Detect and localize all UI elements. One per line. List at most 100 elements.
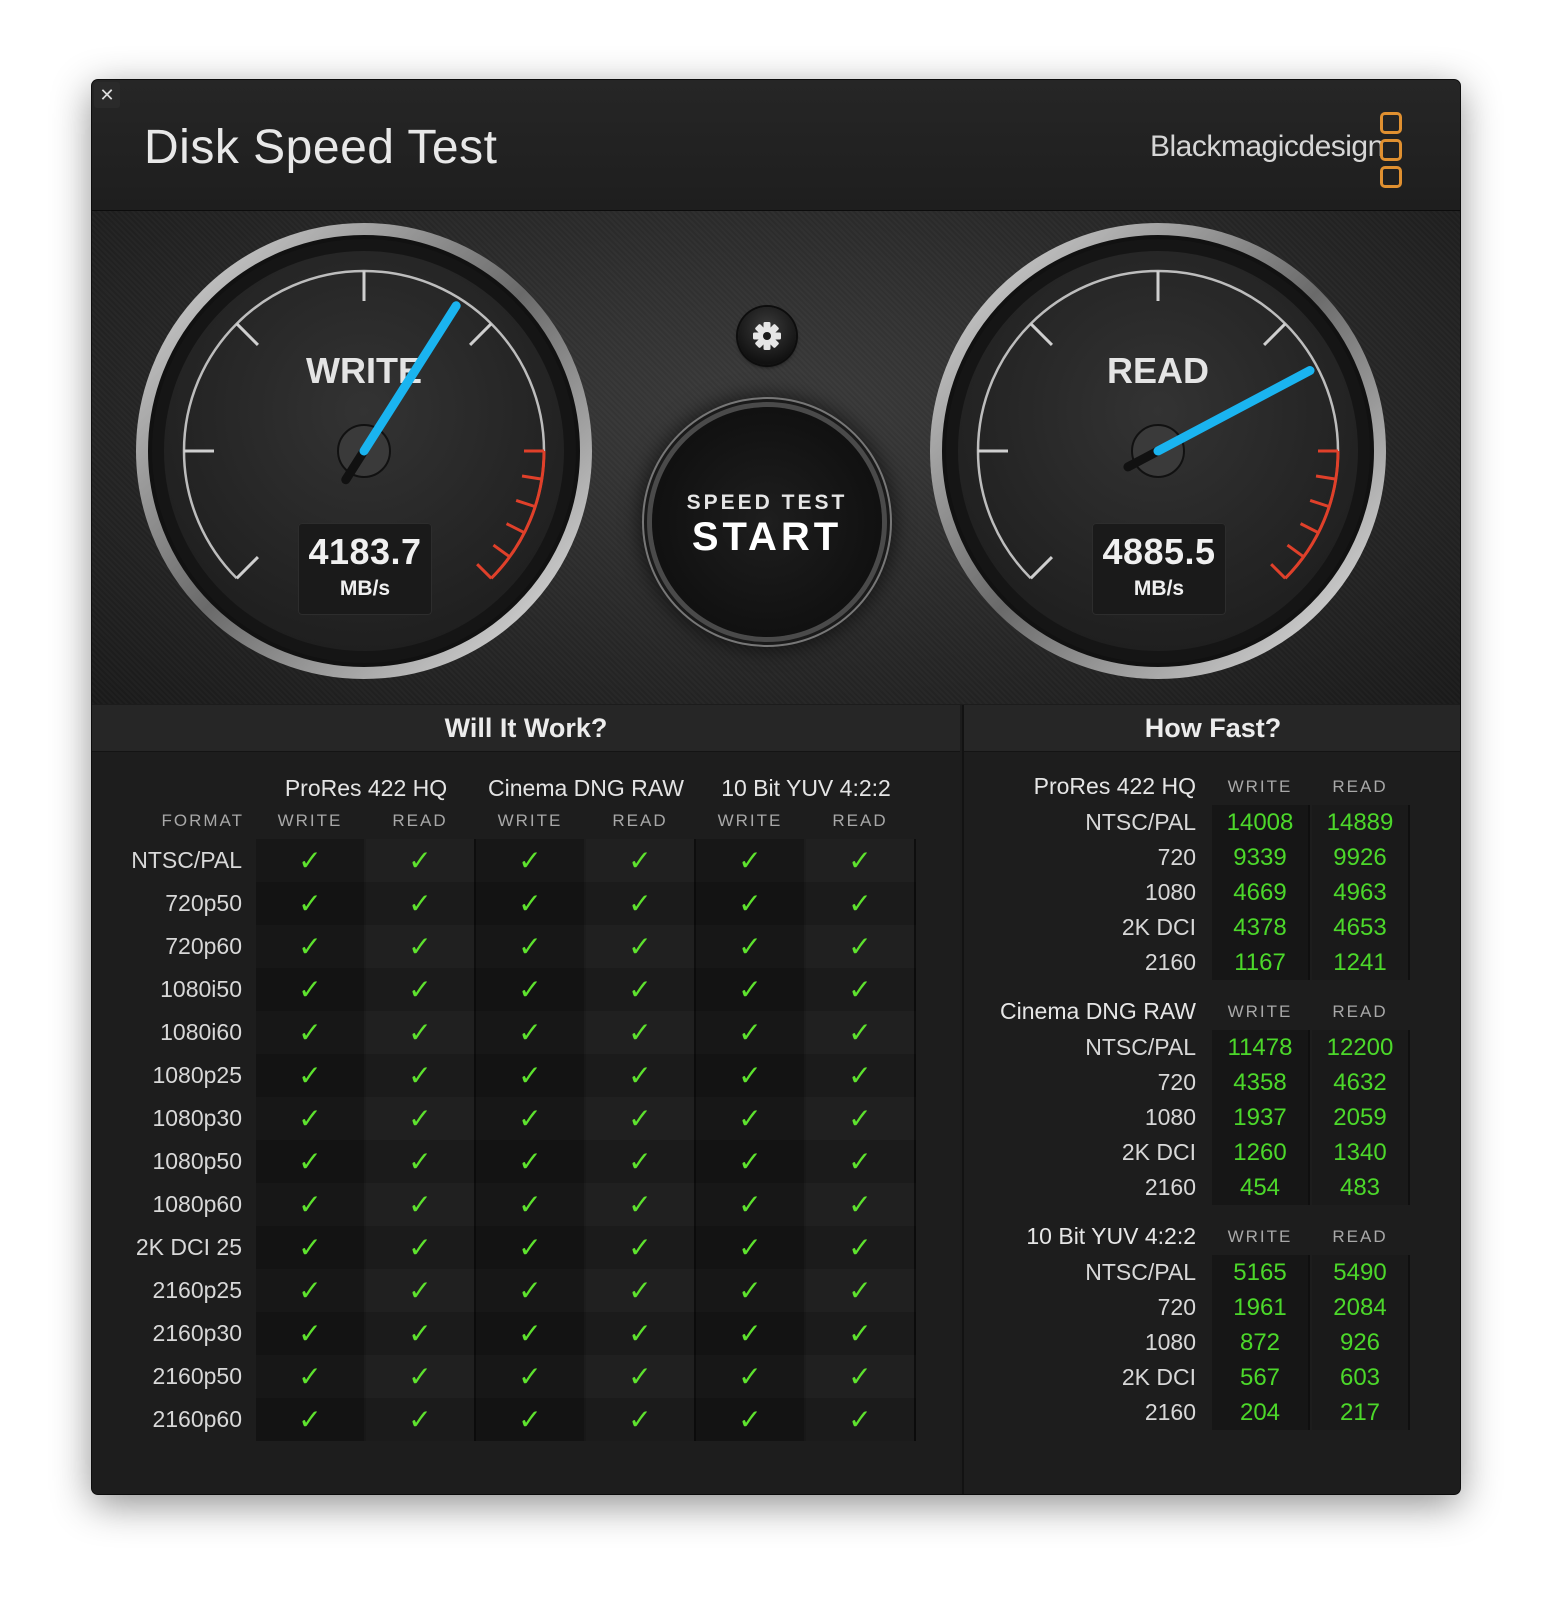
how-fast-write-value: 204 [1239, 1399, 1281, 1426]
check-icon: ✓ [298, 1103, 322, 1134]
check-icon: ✓ [628, 845, 652, 876]
how-fast-write-value: 9339 [1233, 844, 1287, 871]
write-speed-value: 4183.7 [308, 531, 422, 572]
settings-button[interactable] [738, 307, 796, 365]
check-icon: ✓ [408, 1060, 432, 1091]
will-it-work-panel: Will It Work? ProRes 422 HQ WRITE READ Cine… [92, 705, 960, 1494]
how-fast-write-value: 1167 [1234, 949, 1286, 976]
how-fast-row-label: 720 [1157, 1069, 1196, 1095]
how-fast-write-value: 454 [1239, 1174, 1281, 1201]
check-icon: ✓ [738, 1275, 762, 1306]
how-fast-write-header: WRITE [1227, 777, 1293, 796]
check-icon: ✓ [298, 888, 322, 919]
check-icon: ✓ [408, 845, 432, 876]
check-icon: ✓ [298, 1404, 322, 1435]
how-fast-row-label: 2K DCI [1121, 914, 1196, 940]
check-icon: ✓ [628, 1361, 652, 1392]
how-fast-write-value: 4378 [1233, 914, 1287, 941]
how-fast-row-label: 720 [1157, 844, 1196, 870]
write-column-header: WRITE [277, 811, 343, 830]
how-fast-write-value: 1937 [1233, 1104, 1287, 1131]
check-icon: ✓ [848, 1404, 872, 1435]
write-readout: 4183.7 MB/s [298, 523, 432, 615]
check-icon: ✓ [848, 1275, 872, 1306]
how-fast-group-header: ProRes 422 HQ [1033, 773, 1196, 799]
check-icon: ✓ [408, 974, 432, 1005]
how-fast-write-value: 567 [1239, 1364, 1281, 1391]
format-label: 2160p30 [152, 1320, 242, 1346]
check-icon: ✓ [518, 1146, 542, 1177]
format-label: NTSC/PAL [131, 847, 242, 873]
how-fast-write-value: 1961 [1233, 1294, 1287, 1321]
how-fast-read-value: 12200 [1326, 1034, 1394, 1061]
check-icon: ✓ [408, 888, 432, 919]
how-fast-read-header: READ [1332, 1227, 1388, 1246]
check-icon: ✓ [738, 1361, 762, 1392]
check-icon: ✓ [408, 1189, 432, 1220]
read-column-header: READ [392, 811, 448, 830]
how-fast-read-value: 14889 [1326, 809, 1394, 836]
check-icon: ✓ [298, 1275, 322, 1306]
how-fast-write-value: 11478 [1227, 1034, 1293, 1061]
check-icon: ✓ [518, 1017, 542, 1048]
check-icon: ✓ [848, 1232, 872, 1263]
how-fast-read-value: 4653 [1333, 914, 1387, 941]
start-button-caption: SPEED TEST [686, 491, 848, 514]
format-label: 720p60 [165, 933, 242, 959]
format-label: 2160p25 [152, 1277, 242, 1303]
check-icon: ✓ [738, 1146, 762, 1177]
how-fast-read-value: 483 [1339, 1174, 1381, 1201]
group-header: ProRes 422 HQ [284, 775, 448, 801]
check-icon: ✓ [848, 1361, 872, 1392]
check-icon: ✓ [848, 845, 872, 876]
how-fast-write-header: WRITE [1227, 1002, 1293, 1021]
how-fast-title: How Fast? [964, 705, 1460, 752]
check-icon: ✓ [298, 1146, 322, 1177]
check-icon: ✓ [518, 1404, 542, 1435]
format-label: 2160p60 [152, 1406, 242, 1432]
check-icon: ✓ [298, 1189, 322, 1220]
check-icon: ✓ [628, 888, 652, 919]
format-label: 1080p30 [152, 1105, 242, 1131]
check-icon: ✓ [298, 1017, 322, 1048]
check-icon: ✓ [738, 1318, 762, 1349]
check-icon: ✓ [298, 931, 322, 962]
check-icon: ✓ [738, 888, 762, 919]
how-fast-group-header: Cinema DNG RAW [1000, 998, 1196, 1024]
check-icon: ✓ [848, 974, 872, 1005]
check-icon: ✓ [518, 888, 542, 919]
start-button[interactable]: SPEED TEST START [652, 407, 882, 637]
write-speed-unit: MB/s [339, 577, 391, 600]
gear-icon [753, 322, 781, 350]
check-icon: ✓ [628, 931, 652, 962]
how-fast-read-value: 1241 [1333, 949, 1387, 976]
how-fast-read-value: 5490 [1333, 1259, 1387, 1286]
how-fast-read-value: 926 [1339, 1329, 1381, 1356]
check-icon: ✓ [408, 931, 432, 962]
check-icon: ✓ [518, 974, 542, 1005]
check-icon: ✓ [298, 1361, 322, 1392]
format-label: 1080p50 [152, 1148, 242, 1174]
check-icon: ✓ [738, 974, 762, 1005]
check-icon: ✓ [628, 1275, 652, 1306]
how-fast-row-label: 2K DCI [1121, 1364, 1196, 1390]
check-icon: ✓ [298, 974, 322, 1005]
how-fast-row-label: NTSC/PAL [1085, 809, 1196, 835]
how-fast-group-header: 10 Bit YUV 4:2:2 [1026, 1223, 1196, 1249]
how-fast-read-value: 217 [1339, 1399, 1381, 1426]
how-fast-write-header: WRITE [1227, 1227, 1293, 1246]
check-icon: ✓ [628, 1060, 652, 1091]
check-icon: ✓ [848, 1146, 872, 1177]
check-icon: ✓ [738, 1103, 762, 1134]
gauge-area: WRITE READ 4183.7 MB/s 4885.5 MB/s SPEED … [92, 211, 1460, 704]
check-icon: ✓ [408, 1404, 432, 1435]
format-label: 1080p60 [152, 1191, 242, 1217]
check-icon: ✓ [738, 845, 762, 876]
how-fast-panel: How Fast? ProRes 422 HQ WRITE READ NTSC/PAL… [962, 705, 1460, 1494]
how-fast-read-value: 9926 [1333, 844, 1387, 871]
check-icon: ✓ [518, 1103, 542, 1134]
close-button[interactable]: ✕ [94, 82, 120, 108]
check-icon: ✓ [738, 1404, 762, 1435]
check-icon: ✓ [518, 1060, 542, 1091]
format-label: 720p50 [165, 890, 242, 916]
